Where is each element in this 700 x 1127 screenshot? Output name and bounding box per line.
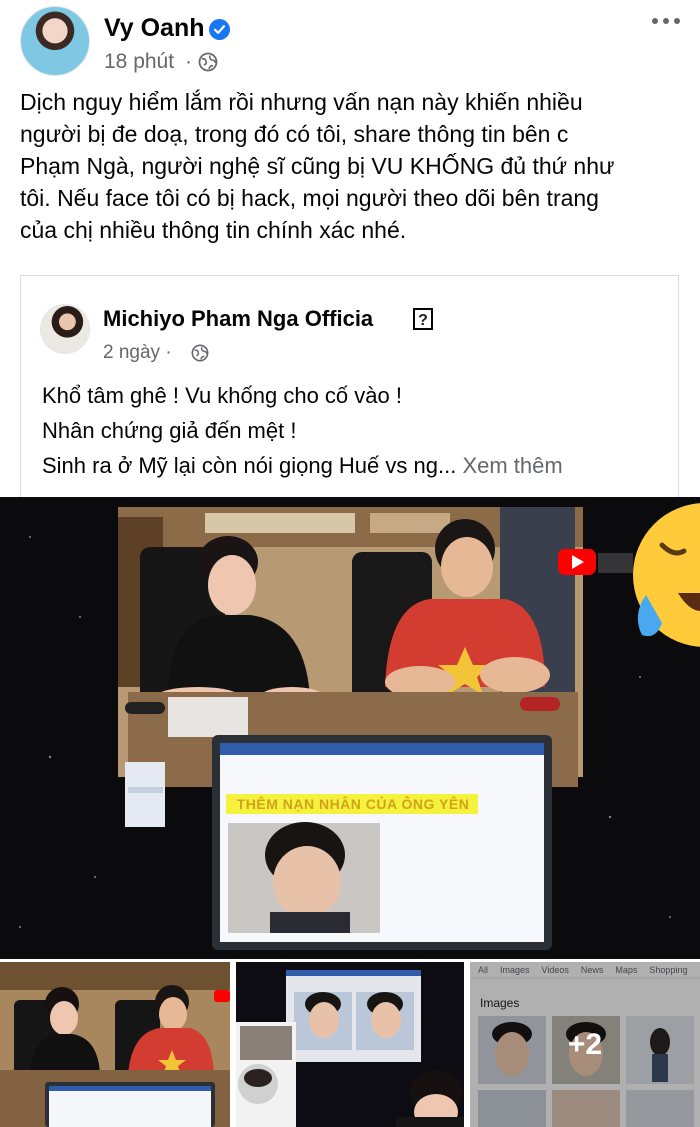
shared-line-text: Sinh ra ở Mỹ lại còn nói giọng Huế vs ng… xyxy=(42,453,457,478)
see-more-link[interactable]: Xem thêm xyxy=(462,453,562,478)
post-line: Phạm Ngà, người nghệ sĩ cũng bị VU KHỐNG… xyxy=(20,153,615,179)
unknown-character-glyph: ? xyxy=(413,308,433,330)
more-photos-overlay[interactable]: +2 xyxy=(470,962,700,1127)
thumbnail-livestream[interactable] xyxy=(0,962,230,1127)
thumbnail-image-search[interactable]: All Images Videos News Maps Shopping Images +… xyxy=(470,962,700,1127)
shared-line: Sinh ra ở Mỹ lại còn nói giọng Huế vs ng… xyxy=(42,448,563,483)
globe-icon xyxy=(198,52,218,72)
post-line: Dịch nguy hiểm lắm rồi nhưng vấn nạn này… xyxy=(20,89,583,115)
post-line: tôi. Nếu face tôi có bị hack, mọi người … xyxy=(20,185,599,211)
author-avatar[interactable] xyxy=(20,6,90,76)
post-line: của chị nhiều thông tin chính xác nhé. xyxy=(20,217,407,243)
globe-icon xyxy=(191,344,209,362)
shared-author-avatar[interactable] xyxy=(40,304,90,354)
meta-separator: · xyxy=(185,50,192,73)
post-timestamp[interactable]: 18 phút xyxy=(104,50,174,74)
author-name[interactable]: Vy Oanh xyxy=(104,14,205,43)
main-post-image[interactable]: THÊM NẠN NHÂN CỦA ÔNG YÊN xyxy=(0,497,700,959)
verified-badge-icon xyxy=(209,19,230,40)
shared-line: Khổ tâm ghê ! Vu khống cho cố vào ! xyxy=(42,383,402,408)
shared-time-text[interactable]: 2 ngày xyxy=(103,342,160,363)
shared-post-card[interactable]: Michiyo Pham Nga Officia ? 2 ngày · Khổ … xyxy=(20,275,679,497)
post-line: người bị đe doạ, trong đó có tôi, share … xyxy=(20,121,569,147)
thumbnail-screen-profile[interactable] xyxy=(236,962,464,1127)
meta-separator: · xyxy=(165,342,172,363)
post-header: Vy Oanh 18 phút · xyxy=(0,0,700,90)
shared-line: Nhân chứng giả đến mệt ! xyxy=(42,418,297,443)
post-body: Dịch nguy hiểm lắm rồi nhưng vấn nạn này… xyxy=(20,86,685,246)
screen-caption: THÊM NẠN NHÂN CỦA ÔNG YÊN xyxy=(236,796,470,812)
shared-timestamp[interactable]: 2 ngày · xyxy=(103,342,172,364)
shared-post-body: Khổ tâm ghê ! Vu khống cho cố vào ! Nhân… xyxy=(42,378,563,483)
livestream-scene xyxy=(0,497,700,959)
shared-author-name[interactable]: Michiyo Pham Nga Officia xyxy=(103,306,373,332)
more-options-icon[interactable] xyxy=(652,14,680,28)
image-thumbnails: All Images Videos News Maps Shopping Images +… xyxy=(0,962,700,1127)
